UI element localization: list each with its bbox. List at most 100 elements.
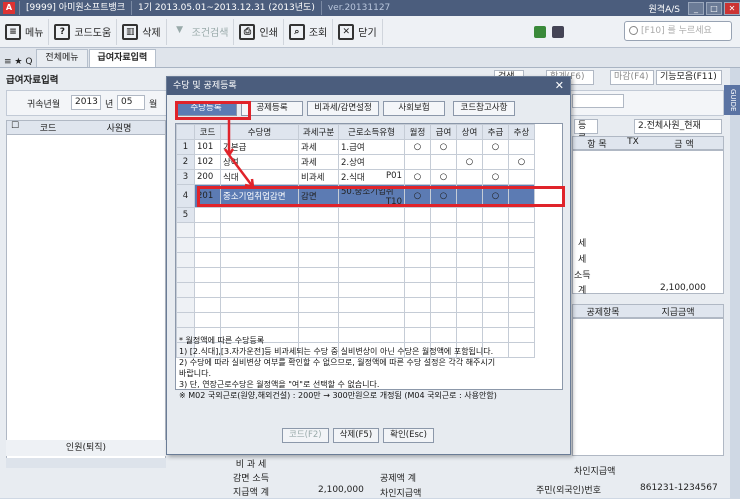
- income-type-cell[interactable]: 2.식대 P01: [338, 169, 405, 185]
- home-icon[interactable]: ≡ ★ Q: [0, 57, 36, 67]
- close-icon[interactable]: ✕: [555, 79, 564, 92]
- delete-button[interactable]: 삭제(F5): [332, 428, 380, 443]
- flag-cell[interactable]: [404, 154, 431, 170]
- flag-cell[interactable]: ○: [482, 169, 509, 185]
- tax-cell[interactable]: 과세: [298, 154, 339, 170]
- code-cell[interactable]: 200: [194, 169, 221, 185]
- row-number[interactable]: 3: [176, 169, 195, 185]
- code-button[interactable]: 코드(F2): [282, 428, 329, 443]
- delete-button[interactable]: ▥ 삭제: [117, 18, 167, 45]
- month-unit: 월: [149, 100, 158, 110]
- flag-cell[interactable]: [508, 139, 535, 155]
- row-number[interactable]: 2: [176, 154, 195, 170]
- resident-number-label: 주민(외국인)번호: [536, 486, 601, 496]
- deduction-grid[interactable]: [572, 318, 724, 456]
- flag-cell[interactable]: [482, 154, 509, 170]
- inquiry-button[interactable]: ⌕ 조회: [284, 18, 334, 45]
- table-row[interactable]: 5: [176, 207, 535, 223]
- tab-all-menu[interactable]: 전체메뉴: [36, 49, 88, 67]
- version: ver.20131127: [320, 1, 396, 15]
- side-panel-tab[interactable]: GUIDE: [724, 85, 740, 115]
- flag-cell[interactable]: ○: [404, 169, 431, 185]
- flag-cell[interactable]: [404, 207, 431, 223]
- col-extra-bonus: 추상: [508, 124, 535, 140]
- tax-cell[interactable]: 비과세: [298, 169, 339, 185]
- month-select[interactable]: 05: [117, 95, 145, 110]
- flag-cell[interactable]: ○: [430, 169, 457, 185]
- menu-search-input[interactable]: [F10] 를 누르세요: [624, 21, 732, 41]
- row-number[interactable]: 1: [176, 139, 195, 155]
- empty-row[interactable]: [176, 222, 535, 238]
- flag-cell[interactable]: ○: [404, 139, 431, 155]
- flag-cell[interactable]: ○: [482, 139, 509, 155]
- close-button[interactable]: ✕ 닫기: [333, 18, 383, 45]
- print-icon: ⎙: [239, 23, 256, 40]
- empty-row[interactable]: [176, 282, 535, 298]
- functions-button[interactable]: 기능모음(F11): [656, 70, 722, 85]
- page-title: 급여자료입력: [6, 75, 59, 86]
- row-number[interactable]: 5: [176, 207, 195, 223]
- condition-search-button[interactable]: ▼ 조건검색: [167, 18, 235, 45]
- print-button[interactable]: ⎙ 인쇄: [234, 18, 284, 45]
- income-type-cell[interactable]: 1.급여: [338, 139, 405, 155]
- minimize-button[interactable]: _: [688, 1, 704, 15]
- flag-cell[interactable]: [508, 169, 535, 185]
- tab-code-notes[interactable]: 코드참고사항: [453, 101, 515, 116]
- pay-items-grid[interactable]: [572, 150, 724, 294]
- empty-row[interactable]: [176, 252, 535, 268]
- right-dropdown[interactable]: [572, 94, 624, 108]
- tax-cell[interactable]: [298, 207, 339, 223]
- pdf-icon[interactable]: [552, 26, 564, 38]
- code-cell[interactable]: 101: [194, 139, 221, 155]
- confirm-button[interactable]: 확인(Esc): [383, 428, 434, 443]
- flag-cell[interactable]: [456, 207, 483, 223]
- col-extra-pay: 추급: [482, 124, 509, 140]
- maximize-button[interactable]: □: [706, 1, 722, 15]
- tab-social-insurance[interactable]: 사회보험: [383, 101, 445, 116]
- flag-cell[interactable]: [430, 154, 457, 170]
- tab-payroll-input[interactable]: 급여자료입력: [88, 49, 157, 67]
- flag-cell[interactable]: ○: [508, 154, 535, 170]
- deduction-total-label: 공제액 계: [380, 474, 416, 484]
- flag-cell[interactable]: [456, 139, 483, 155]
- flag-cell[interactable]: [456, 169, 483, 185]
- flag-cell[interactable]: [430, 207, 457, 223]
- code-cell[interactable]: [194, 207, 221, 223]
- menu-icon: ≡: [5, 23, 21, 40]
- tab-nontax[interactable]: 비과세/감면설정: [307, 101, 379, 116]
- app-icon: A: [3, 2, 15, 14]
- flag-cell[interactable]: ○: [430, 139, 457, 155]
- register-button[interactable]: 등록: [574, 119, 598, 144]
- horizontal-scrollbar[interactable]: [6, 458, 166, 468]
- employee-list[interactable]: ☐ 코드 사원명: [6, 120, 166, 468]
- empty-row[interactable]: [176, 297, 535, 313]
- select-all-checkbox[interactable]: ☐: [7, 121, 23, 134]
- col-income-type: 근로소득유형: [338, 124, 405, 140]
- tax-cell[interactable]: 과세: [298, 139, 339, 155]
- empty-row[interactable]: [176, 312, 535, 328]
- year-label: 귀속년월: [27, 100, 61, 110]
- empty-row[interactable]: [176, 237, 535, 253]
- income-type-cell[interactable]: [338, 207, 405, 223]
- name-cell[interactable]: [220, 207, 299, 223]
- remote-support-link[interactable]: 원격A/S: [643, 2, 686, 15]
- close-period-button[interactable]: 마감(F4): [610, 70, 654, 85]
- close-window-button[interactable]: ✕: [724, 1, 740, 15]
- col-monthly: 월정: [404, 124, 431, 140]
- flag-cell[interactable]: ○: [456, 154, 483, 170]
- year-input[interactable]: 2013: [71, 95, 101, 110]
- code-help-button[interactable]: ? 코드도움: [49, 18, 118, 45]
- empty-row[interactable]: [176, 267, 535, 283]
- excel-icon[interactable]: [534, 26, 546, 38]
- menu-button[interactable]: ≡ 메뉴: [0, 18, 50, 45]
- flag-cell[interactable]: [482, 207, 509, 223]
- row-number[interactable]: 4: [176, 184, 195, 208]
- col-employee-name: 사원명: [106, 124, 132, 134]
- net-pay-label: 차인지급액: [574, 467, 616, 477]
- employee-filter-combo[interactable]: 2.전체사원_현재: [634, 119, 722, 134]
- filter-icon: ▼: [176, 24, 184, 35]
- code-cell[interactable]: 102: [194, 154, 221, 170]
- income-type-cell[interactable]: 2.상여: [338, 154, 405, 170]
- flag-cell[interactable]: [508, 207, 535, 223]
- notes: * 월정액에 따른 수당등록 1) [2.식대],[3.자가운전]등 비과세되는…: [179, 336, 497, 400]
